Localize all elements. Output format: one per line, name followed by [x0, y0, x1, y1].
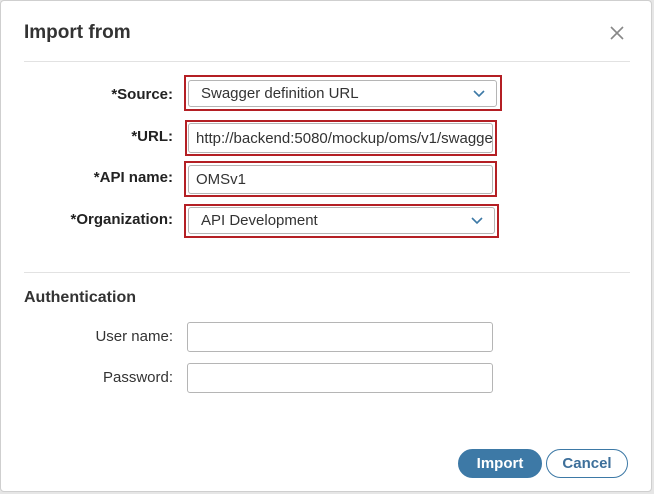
url-input[interactable]: http://backend:5080/mockup/oms/v1/swagge… [188, 123, 493, 153]
chevron-down-icon [471, 216, 483, 224]
api-name-input[interactable]: OMSv1 [188, 165, 493, 194]
organization-select[interactable]: API Development [188, 207, 495, 234]
url-label: *URL: [131, 128, 173, 145]
dialog-title: Import from [24, 22, 131, 43]
source-select-value: Swagger definition URL [201, 85, 359, 102]
password-input[interactable] [187, 363, 493, 393]
import-button[interactable]: Import [458, 449, 542, 478]
close-icon [610, 26, 624, 40]
source-label: *Source: [111, 86, 173, 103]
organization-label: *Organization: [70, 211, 173, 228]
api-name-input-value: OMSv1 [196, 171, 247, 188]
password-label: Password: [102, 369, 173, 386]
username-input[interactable] [187, 322, 493, 352]
close-button[interactable] [607, 23, 627, 43]
url-input-value: http://backend:5080/mockup/oms/v1/swagge… [196, 129, 493, 147]
authentication-title: Authentication [24, 289, 136, 306]
import-dialog: Import from *Source: Swagger definition … [0, 0, 652, 492]
source-select[interactable]: Swagger definition URL [188, 80, 497, 107]
api-name-label: *API name: [93, 169, 173, 186]
section-divider [24, 272, 630, 273]
cancel-button[interactable]: Cancel [546, 449, 628, 478]
organization-select-value: API Development [201, 212, 318, 229]
username-label: User name: [95, 328, 173, 345]
chevron-down-icon [473, 89, 485, 97]
header-divider [24, 61, 630, 62]
